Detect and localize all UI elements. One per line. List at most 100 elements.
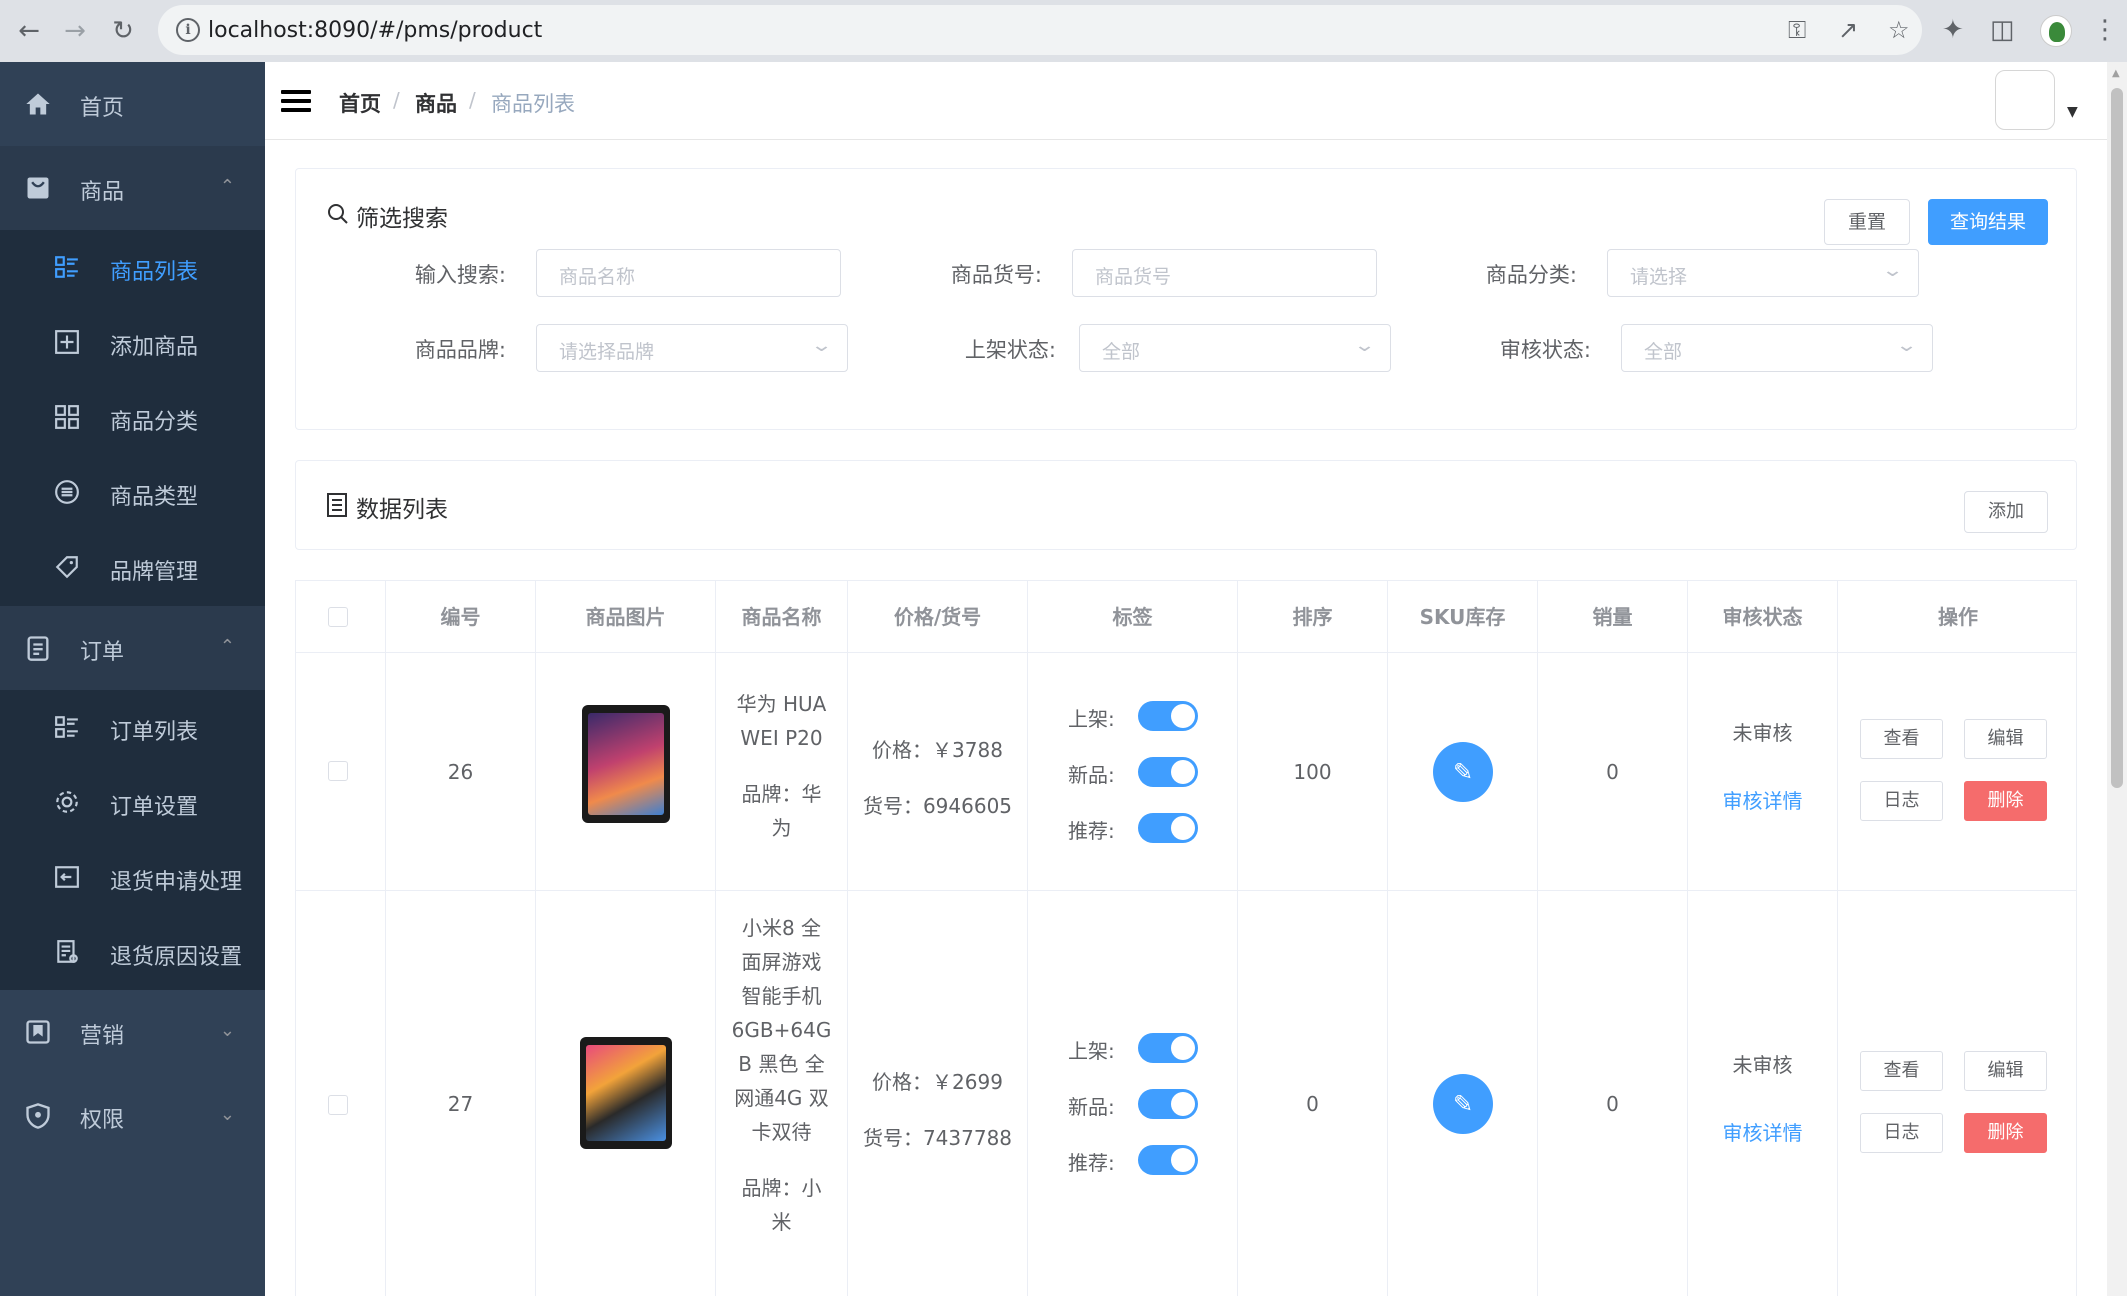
- brand-label: 商品品牌:: [414, 338, 506, 362]
- sidebar-item-order-settings[interactable]: 订单设置: [0, 765, 265, 840]
- edit-sku-icon[interactable]: ✎: [1433, 742, 1493, 802]
- sidebar-group-permission[interactable]: 权限 ⌄: [0, 1074, 265, 1158]
- recommend-label: 推荐:: [1068, 819, 1115, 843]
- url-text[interactable]: localhost:8090/#/pms/product: [208, 18, 542, 43]
- keyword-placeholder: 商品名称: [559, 266, 636, 288]
- row-id: 26: [447, 760, 474, 784]
- circle-list-icon: [55, 480, 79, 504]
- sidebar-item-return-apply[interactable]: 退货申请处理: [0, 840, 265, 915]
- product-price: 价格：￥3788: [872, 738, 1003, 762]
- address-bar[interactable]: i localhost:8090/#/pms/product ⚿ ↗ ☆: [158, 5, 1922, 55]
- edit-button[interactable]: 编辑: [1964, 1051, 2047, 1091]
- sidebar-group-order[interactable]: 订单 ⌃: [0, 606, 265, 690]
- verify-detail-link[interactable]: 审核详情: [1688, 785, 1837, 814]
- new-switch[interactable]: [1138, 757, 1198, 787]
- chevron-down-icon: ⌄: [810, 335, 833, 356]
- publish-status-select[interactable]: 全部 ⌄: [1079, 324, 1391, 372]
- row-price-cell: 价格：￥2699 货号：7437788: [848, 891, 1028, 1296]
- sidebar-item-product-category[interactable]: 商品分类: [0, 380, 265, 455]
- row-checkbox[interactable]: [328, 761, 348, 781]
- document-settings-icon: [57, 940, 78, 963]
- sidebar-item-add-product[interactable]: 添加商品: [0, 305, 265, 380]
- forward-icon[interactable]: →: [58, 14, 92, 48]
- gear-icon: [56, 791, 78, 813]
- caret-down-icon[interactable]: ▼: [2067, 104, 2078, 120]
- list-icon: [55, 256, 78, 278]
- profile-avatar[interactable]: [2040, 15, 2072, 47]
- product-submenu: 商品列表 添加商品 商品分类 商品类型 品牌管理: [0, 230, 265, 606]
- recommend-switch[interactable]: [1138, 1145, 1198, 1175]
- sidebar-label: 商品分类: [110, 410, 199, 435]
- sn-input[interactable]: 商品货号: [1072, 249, 1377, 297]
- sidebar-group-product[interactable]: 商品 ⌃: [0, 146, 265, 230]
- sidebar-item-brand[interactable]: 品牌管理: [0, 530, 265, 605]
- product-price: 价格：￥2699: [872, 1070, 1003, 1094]
- sidebar-item-product-list[interactable]: 商品列表: [0, 230, 265, 305]
- brand-select[interactable]: 请选择品牌 ⌄: [536, 324, 848, 372]
- view-button[interactable]: 查看: [1860, 719, 1943, 759]
- verify-detail-link[interactable]: 审核详情: [1688, 1117, 1837, 1146]
- bookmark-star-icon[interactable]: ☆: [1888, 17, 1910, 43]
- row-checkbox[interactable]: [328, 1095, 348, 1115]
- site-info-icon[interactable]: i: [176, 18, 200, 42]
- log-button[interactable]: 日志: [1860, 781, 1943, 821]
- key-icon[interactable]: ⚿: [1788, 17, 1806, 43]
- select-all-checkbox[interactable]: [328, 607, 348, 627]
- product-name-line: 卡双待: [751, 1120, 812, 1144]
- edit-sku-icon[interactable]: ✎: [1433, 1074, 1493, 1134]
- product-image: [582, 705, 670, 823]
- chevron-down-icon: ⌄: [1353, 335, 1376, 356]
- more-menu-icon[interactable]: ⋮: [2092, 15, 2118, 45]
- view-button[interactable]: 查看: [1860, 1051, 1943, 1091]
- extensions-icon[interactable]: ✦: [1942, 15, 1964, 45]
- shopping-bag-icon: [27, 177, 49, 199]
- sidebar-item-product-type[interactable]: 商品类型: [0, 455, 265, 530]
- column-header: 商品图片: [536, 581, 716, 653]
- sidebar-label: 退货申请处理: [110, 870, 243, 895]
- product-sn: 货号：7437788: [862, 1126, 1013, 1150]
- sidebar-label: 订单设置: [110, 795, 199, 820]
- delete-button[interactable]: 删除: [1964, 1113, 2047, 1153]
- verify-status-select[interactable]: 全部 ⌄: [1621, 324, 1933, 372]
- column-header: 销量: [1538, 581, 1688, 653]
- sidebar-item-home[interactable]: 首页: [0, 62, 265, 146]
- publish-switch[interactable]: [1138, 1033, 1198, 1063]
- new-label: 新品:: [1068, 1095, 1115, 1119]
- sidebar-item-return-reason[interactable]: 退货原因设置: [0, 915, 265, 990]
- breadcrumb-product[interactable]: 商品: [415, 88, 457, 118]
- recommend-switch[interactable]: [1138, 813, 1198, 843]
- search-icon: [328, 204, 348, 224]
- log-button[interactable]: 日志: [1860, 1113, 1943, 1153]
- edit-button[interactable]: 编辑: [1964, 719, 2047, 759]
- sidebar-group-marketing[interactable]: 营销 ⌄: [0, 990, 265, 1074]
- user-avatar[interactable]: [1995, 70, 2055, 130]
- column-header: 价格/货号: [848, 581, 1028, 653]
- side-panel-icon[interactable]: ◫: [1990, 15, 2015, 45]
- query-button[interactable]: 查询结果: [1928, 199, 2048, 245]
- product-brand-line: 品牌：华: [741, 782, 822, 806]
- delete-button[interactable]: 删除: [1964, 781, 2047, 821]
- category-placeholder: 请选择: [1630, 266, 1688, 288]
- reload-icon[interactable]: ↻: [106, 14, 140, 48]
- scrollbar-thumb[interactable]: [2111, 88, 2123, 788]
- sidebar-label: 品牌管理: [110, 560, 199, 585]
- sn-label: 商品货号:: [950, 263, 1042, 287]
- chevron-down-icon: ⌄: [1881, 260, 1904, 281]
- reset-button[interactable]: 重置: [1824, 199, 1910, 245]
- page-scrollbar[interactable]: ▲: [2107, 62, 2127, 1296]
- scroll-up-icon[interactable]: ▲: [2112, 68, 2120, 79]
- grid-icon: [55, 405, 79, 429]
- product-table: 编号 商品图片 商品名称 价格/货号 标签 排序 SKU库存 销量 审核状态 操…: [295, 580, 2077, 1296]
- hamburger-menu-icon[interactable]: [281, 90, 311, 112]
- sidebar-item-order-list[interactable]: 订单列表: [0, 690, 265, 765]
- publish-switch[interactable]: [1138, 701, 1198, 731]
- product-sales: 0: [1606, 1092, 1619, 1116]
- keyword-input[interactable]: 商品名称: [536, 249, 841, 297]
- new-switch[interactable]: [1138, 1089, 1198, 1119]
- sidebar-label-order: 订单: [80, 640, 125, 665]
- add-button[interactable]: 添加: [1964, 491, 2048, 533]
- category-select[interactable]: 请选择 ⌄: [1607, 249, 1919, 297]
- share-icon[interactable]: ↗: [1838, 17, 1858, 43]
- breadcrumb-home[interactable]: 首页: [339, 88, 381, 118]
- back-icon[interactable]: ←: [12, 14, 46, 48]
